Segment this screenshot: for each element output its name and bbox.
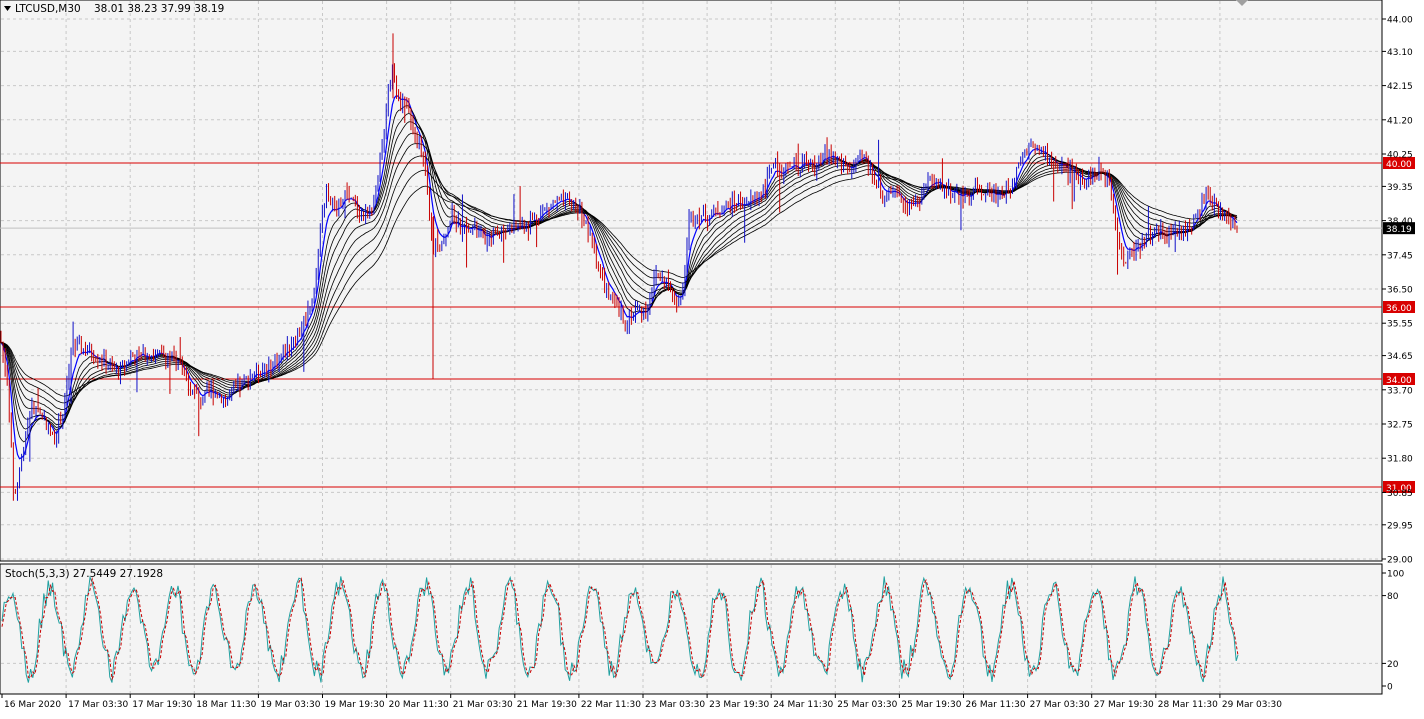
x-tick-label: 26 Mar 11:30: [966, 700, 1026, 710]
x-tick-label: 19 Mar 19:30: [325, 700, 385, 710]
x-tick-label: 17 Mar 03:30: [68, 700, 128, 710]
x-tick-label: 23 Mar 03:30: [645, 700, 705, 710]
x-tick-label: 21 Mar 03:30: [453, 700, 513, 710]
y-tick-label: 44.00: [1387, 16, 1413, 26]
x-tick-label: 28 Mar 11:30: [1158, 700, 1218, 710]
x-tick-label: 23 Mar 19:30: [709, 700, 769, 710]
y-tick-label: 29.95: [1387, 521, 1413, 531]
chart-window: 40.00 36.00 34.00 31.00 38.19 44.00 43.10 42.1…: [0, 0, 1424, 715]
price-pane[interactable]: [0, 0, 1383, 562]
y-tick-label: 34.65: [1387, 352, 1413, 362]
stoch-label: Stoch(5,3,3) 27.5449 27.1928: [5, 568, 163, 580]
x-tick-label: 27 Mar 19:30: [1094, 700, 1154, 710]
x-tick-label: 18 Mar 11:30: [196, 700, 256, 710]
x-tick-label: 21 Mar 19:30: [517, 700, 577, 710]
level-tag-label: 36.00: [1386, 304, 1412, 314]
x-tick-label: 22 Mar 11:30: [581, 700, 641, 710]
y-tick-label: 33.70: [1387, 386, 1413, 396]
x-tick-label: 16 Mar 2020: [4, 700, 61, 710]
y-tick-label: 30.85: [1387, 489, 1413, 499]
stoch-tick-label: 100: [1387, 570, 1404, 580]
y-tick-label: 29.00: [1387, 556, 1413, 566]
y-tick-label: 40.25: [1387, 151, 1413, 161]
x-tick-label: 20 Mar 11:30: [389, 700, 449, 710]
stoch-tick-label: 80: [1387, 592, 1399, 602]
x-tick-label: 25 Mar 19:30: [901, 700, 961, 710]
y-tick-label: 36.50: [1387, 286, 1413, 296]
y-tick-label: 39.35: [1387, 183, 1413, 193]
x-tick-label: 19 Mar 03:30: [260, 700, 320, 710]
y-tick-label: 37.45: [1387, 251, 1413, 261]
y-tick-label: 41.20: [1387, 116, 1413, 126]
y-tick-label: 35.55: [1387, 320, 1413, 330]
y-tick-label: 38.40: [1387, 217, 1413, 227]
x-tick-label: 27 Mar 03:30: [1030, 700, 1090, 710]
chart-svg: 40.0036.0034.0031.0038.19 44.0043.1042.1…: [0, 0, 1424, 715]
x-tick-label: 29 Mar 03:30: [1222, 700, 1282, 710]
y-tick-label: 43.10: [1387, 48, 1413, 58]
x-tick-label: 17 Mar 19:30: [132, 700, 192, 710]
y-tick-label: 32.75: [1387, 421, 1413, 431]
level-tag-label: 34.00: [1386, 376, 1412, 386]
level-tag-label: 40.00: [1386, 160, 1412, 170]
ohlc-values: 38.01 38.23 37.99 38.19: [94, 3, 224, 15]
y-tick-label: 31.80: [1387, 455, 1413, 465]
y-tick-label: 42.15: [1387, 82, 1413, 92]
chart-header: LTCUSD,M30 38.01 38.23 37.99 38.19: [4, 3, 224, 15]
x-tick-label: 24 Mar 11:30: [773, 700, 833, 710]
stoch-pane[interactable]: [0, 563, 1383, 695]
x-tick-label: 25 Mar 03:30: [837, 700, 897, 710]
symbol-label: LTCUSD,M30: [15, 3, 81, 15]
stoch-tick-label: 0: [1387, 683, 1393, 693]
stoch-tick-label: 20: [1387, 660, 1399, 670]
